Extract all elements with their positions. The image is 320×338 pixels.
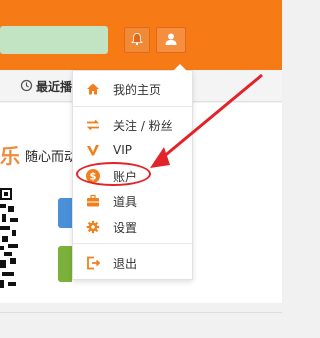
bottom-panel: [0, 313, 282, 338]
recent-play-label: 最近播: [36, 80, 73, 94]
highlight-ellipse: [76, 162, 151, 186]
gear-icon: [85, 219, 101, 235]
menu-divider: [73, 243, 194, 244]
banner-text: 随心而动: [25, 150, 78, 165]
bell-icon: [130, 31, 144, 50]
recent-play-link[interactable]: 最近播: [20, 78, 72, 95]
menu-item-props[interactable]: 道具: [73, 189, 194, 213]
menu-item-label: 我的主页: [113, 82, 162, 97]
home-icon: [85, 81, 101, 97]
menu-item-label: 退出: [113, 256, 138, 271]
menu-caret: [173, 64, 187, 71]
menu-item-label: 设置: [113, 220, 138, 235]
menu-item-settings[interactable]: 设置: [73, 215, 194, 239]
vip-icon: [85, 142, 101, 158]
arrows-swap-icon: [85, 117, 101, 133]
menu-divider: [73, 106, 194, 107]
user-menu-button[interactable]: [156, 27, 186, 53]
user-icon: [164, 31, 178, 50]
menu-item-vip[interactable]: VIP: [73, 138, 194, 162]
side-button-blue[interactable]: [58, 198, 72, 228]
brand-char: 乐: [0, 144, 20, 168]
menu-item-logout[interactable]: 退出: [73, 251, 194, 275]
notification-button[interactable]: [124, 27, 150, 53]
logout-icon: [85, 255, 101, 271]
menu-item-label: VIP: [113, 143, 132, 157]
menu-item-home[interactable]: 我的主页: [73, 77, 194, 101]
side-button-green[interactable]: [58, 246, 72, 282]
qr-code: [0, 186, 18, 290]
history-icon: [20, 79, 36, 95]
menu-item-label: 关注 / 粉丝: [113, 118, 173, 133]
search-input[interactable]: [0, 26, 108, 54]
menu-item-label: 道具: [113, 194, 138, 209]
menu-item-follow[interactable]: 关注 / 粉丝: [73, 113, 194, 137]
toolbox-icon: [85, 193, 101, 209]
top-header-bar: [0, 0, 282, 70]
